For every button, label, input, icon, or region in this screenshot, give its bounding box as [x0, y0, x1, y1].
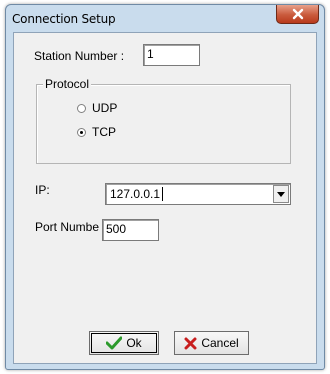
cancel-button-label: Cancel — [201, 336, 239, 350]
checkmark-icon — [106, 336, 123, 350]
cross-icon — [184, 337, 197, 349]
window-title: Connection Setup — [12, 12, 116, 26]
radio-udp-label: UDP — [92, 101, 118, 115]
ok-button-label: Ok — [126, 336, 142, 350]
radio-tcp[interactable]: TCP — [77, 125, 116, 139]
protocol-group-legend: Protocol — [43, 77, 92, 91]
station-number-label: Station Number : — [34, 49, 125, 63]
port-number-input[interactable]: 500 — [102, 219, 159, 241]
text-cursor — [162, 187, 163, 201]
title-bar[interactable]: Connection Setup — [6, 5, 324, 31]
radio-udp-indicator[interactable] — [77, 103, 86, 113]
close-button[interactable] — [276, 5, 319, 24]
ok-button[interactable]: Ok — [89, 331, 159, 355]
dialog-client-area: Station Number : 1 Protocol UDP TCP IP: … — [13, 32, 317, 364]
chevron-down-icon — [277, 191, 285, 197]
ip-combobox[interactable]: 127.0.0.1 — [105, 183, 291, 205]
radio-udp[interactable]: UDP — [77, 101, 117, 115]
ip-label: IP: — [35, 183, 50, 197]
cancel-button[interactable]: Cancel — [174, 331, 249, 355]
protocol-group: Protocol UDP TCP — [36, 77, 291, 164]
port-number-label: Port Numbe — [35, 220, 100, 234]
station-number-input[interactable]: 1 — [143, 44, 200, 66]
radio-tcp-indicator[interactable] — [77, 127, 86, 137]
connection-setup-window: Connection Setup Station Number : 1 Prot… — [5, 4, 325, 370]
ip-dropdown-button[interactable] — [273, 185, 289, 203]
ip-value: 127.0.0.1 — [110, 187, 161, 201]
close-icon — [292, 8, 303, 20]
radio-tcp-label: TCP — [92, 125, 116, 139]
